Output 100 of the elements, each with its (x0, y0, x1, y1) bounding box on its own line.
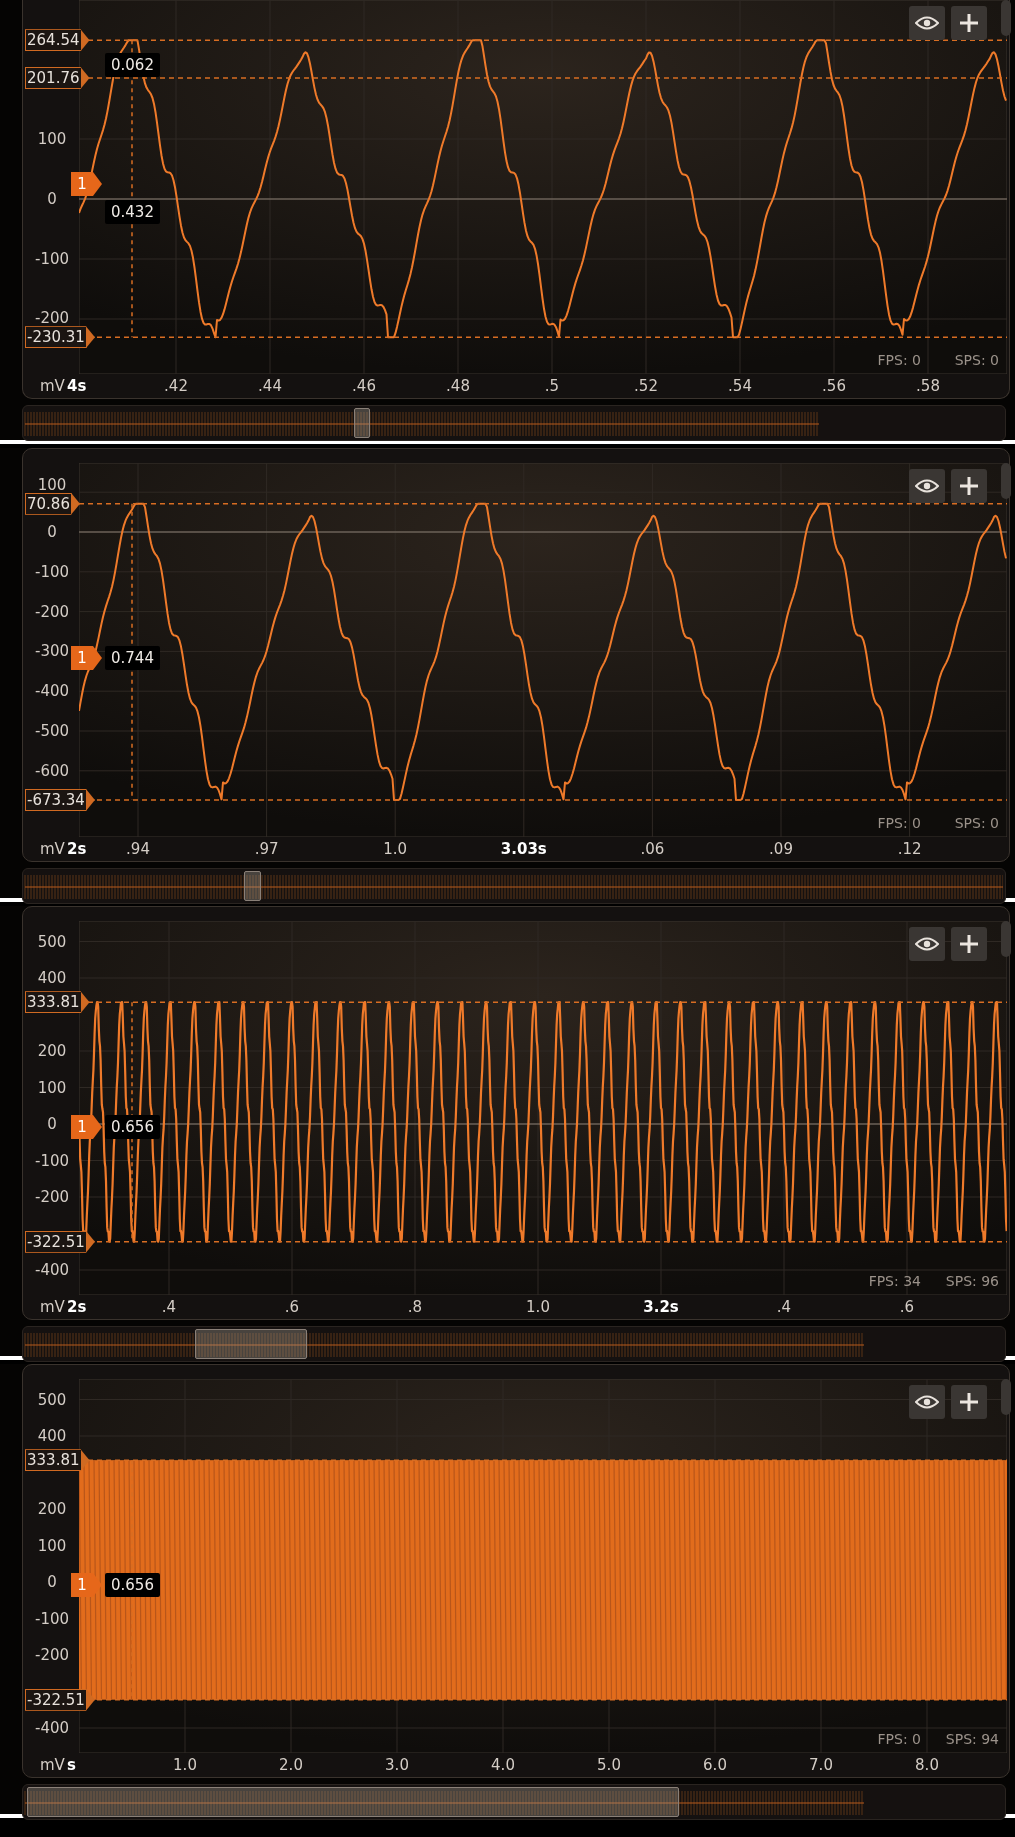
x-axis-label: .09 (769, 840, 793, 858)
x-axis-label: .4 (161, 1298, 177, 1316)
eye-icon[interactable] (909, 927, 945, 961)
plus-icon (959, 476, 979, 496)
add-button[interactable] (951, 469, 987, 503)
marker-label[interactable]: -322.51 (25, 1230, 95, 1253)
y-axis-label: -200 (35, 1646, 69, 1664)
cursor-readout: 0.432 (105, 200, 160, 224)
y-axis-label: -400 (35, 1719, 69, 1737)
x-axis-label: .12 (897, 840, 922, 858)
x-axis-label: .48 (446, 377, 470, 395)
x-axis-label: .8 (407, 1298, 423, 1316)
add-button[interactable] (951, 1385, 987, 1419)
scrollbar-thumb[interactable] (354, 408, 370, 438)
marker-label[interactable]: -230.31 (25, 326, 95, 349)
add-button[interactable] (951, 6, 987, 40)
y-axis-label: 0 (47, 1573, 57, 1591)
sps-label: SPS: 94 (945, 1731, 999, 1747)
sps-label: SPS: 0 (954, 352, 999, 368)
x-axis-label: 1.0 (173, 1756, 197, 1774)
x-axis-label: .6 (899, 1298, 915, 1316)
fps-label: FPS: 0 (877, 352, 921, 368)
y-axis-label: -100 (35, 1609, 69, 1628)
timebase-label: 2s (67, 1298, 87, 1316)
x-axis-label: .94 (126, 840, 150, 858)
y-axis-label: 0 (47, 190, 57, 208)
marker-label[interactable]: 333.81 (25, 991, 90, 1014)
x-axis-label: .58 (916, 377, 940, 395)
marker-label[interactable]: -322.51 (25, 1688, 95, 1711)
scrollbar-thumb[interactable] (244, 871, 261, 901)
plus-icon (959, 13, 979, 33)
side-handle[interactable] (1001, 0, 1011, 36)
eye-icon[interactable] (909, 469, 945, 503)
timebase-label: 4s (67, 377, 87, 395)
y-axis-label: -200 (35, 1188, 69, 1206)
eye-icon[interactable] (909, 6, 945, 40)
y-axis-label: 400 (37, 969, 67, 987)
cursor-readout: 0.744 (105, 646, 160, 670)
y-axis-label: -300 (35, 642, 69, 661)
timebase-label: s (67, 1756, 76, 1774)
x-axis-label: 3.03s (500, 840, 547, 858)
x-axis-label: 5.0 (597, 1756, 621, 1774)
y-axis-label: -400 (35, 1261, 69, 1279)
x-axis-label: 2.0 (279, 1756, 303, 1774)
y-axis-label: -600 (35, 761, 69, 780)
unit-label: mV (40, 1298, 65, 1316)
y-axis-label: 100 (37, 130, 67, 148)
marker-label[interactable]: 264.54 (25, 29, 90, 52)
y-axis-label: -500 (35, 722, 69, 740)
x-axis-label: .42 (164, 377, 188, 395)
plus-icon (959, 934, 979, 954)
x-axis-label: .97 (254, 840, 279, 858)
y-axis-label: 0 (47, 523, 57, 541)
x-axis-label: 6.0 (703, 1756, 727, 1774)
x-axis-label: .4 (776, 1298, 792, 1316)
side-handle[interactable] (1001, 463, 1011, 499)
cursor-readout: 0.656 (105, 1573, 160, 1597)
y-axis-label: -200 (35, 602, 69, 621)
fps-label: FPS: 0 (877, 1731, 921, 1747)
y-axis-label: -400 (35, 682, 69, 701)
y-axis-label: 500 (37, 1390, 67, 1409)
marker-label[interactable]: 201.76 (25, 66, 90, 89)
x-axis-label: 4.0 (491, 1756, 515, 1774)
x-axis-label: 1.0 (526, 1298, 550, 1316)
fps-label: FPS: 0 (877, 815, 921, 831)
y-axis-label: 200 (37, 1042, 67, 1060)
y-axis-label: -100 (35, 1151, 69, 1170)
unit-label: mV (40, 1756, 65, 1774)
x-axis-label: 8.0 (915, 1756, 939, 1774)
x-axis-label: .52 (634, 377, 658, 395)
scrollbar-thumb[interactable] (27, 1787, 679, 1817)
x-axis-label: .44 (258, 377, 282, 395)
cursor-readout: 0.062 (105, 53, 160, 78)
y-axis-label: 0 (47, 1115, 57, 1133)
x-axis-label: .56 (822, 377, 846, 395)
y-axis-label: 200 (37, 1500, 67, 1518)
x-axis-label: 1.0 (383, 840, 408, 858)
x-axis-label: .5 (544, 377, 560, 395)
unit-label: mV (40, 377, 65, 395)
side-handle[interactable] (1001, 921, 1011, 957)
add-button[interactable] (951, 927, 987, 961)
marker-label[interactable]: -673.34 (25, 789, 95, 811)
scrollbar-thumb[interactable] (195, 1329, 307, 1359)
x-axis-label: 3.2s (643, 1298, 679, 1316)
x-axis-label: .54 (728, 377, 752, 395)
unit-label: mV (40, 840, 65, 858)
x-axis-label: .06 (640, 840, 665, 858)
x-axis-label: 7.0 (809, 1756, 833, 1774)
fps-label: FPS: 34 (868, 1273, 921, 1289)
side-handle[interactable] (1001, 1379, 1011, 1415)
eye-icon[interactable] (909, 1385, 945, 1419)
timebase-label: 2s (67, 840, 87, 858)
sps-label: SPS: 96 (945, 1273, 999, 1289)
plus-icon (959, 1392, 979, 1412)
sps-label: SPS: 0 (954, 815, 999, 831)
y-axis-label: 100 (37, 1078, 67, 1097)
marker-label[interactable]: 333.81 (25, 1449, 90, 1472)
y-axis-label: -100 (35, 562, 69, 581)
y-axis-label: 500 (37, 932, 67, 951)
marker-label[interactable]: 70.86 (25, 492, 80, 515)
